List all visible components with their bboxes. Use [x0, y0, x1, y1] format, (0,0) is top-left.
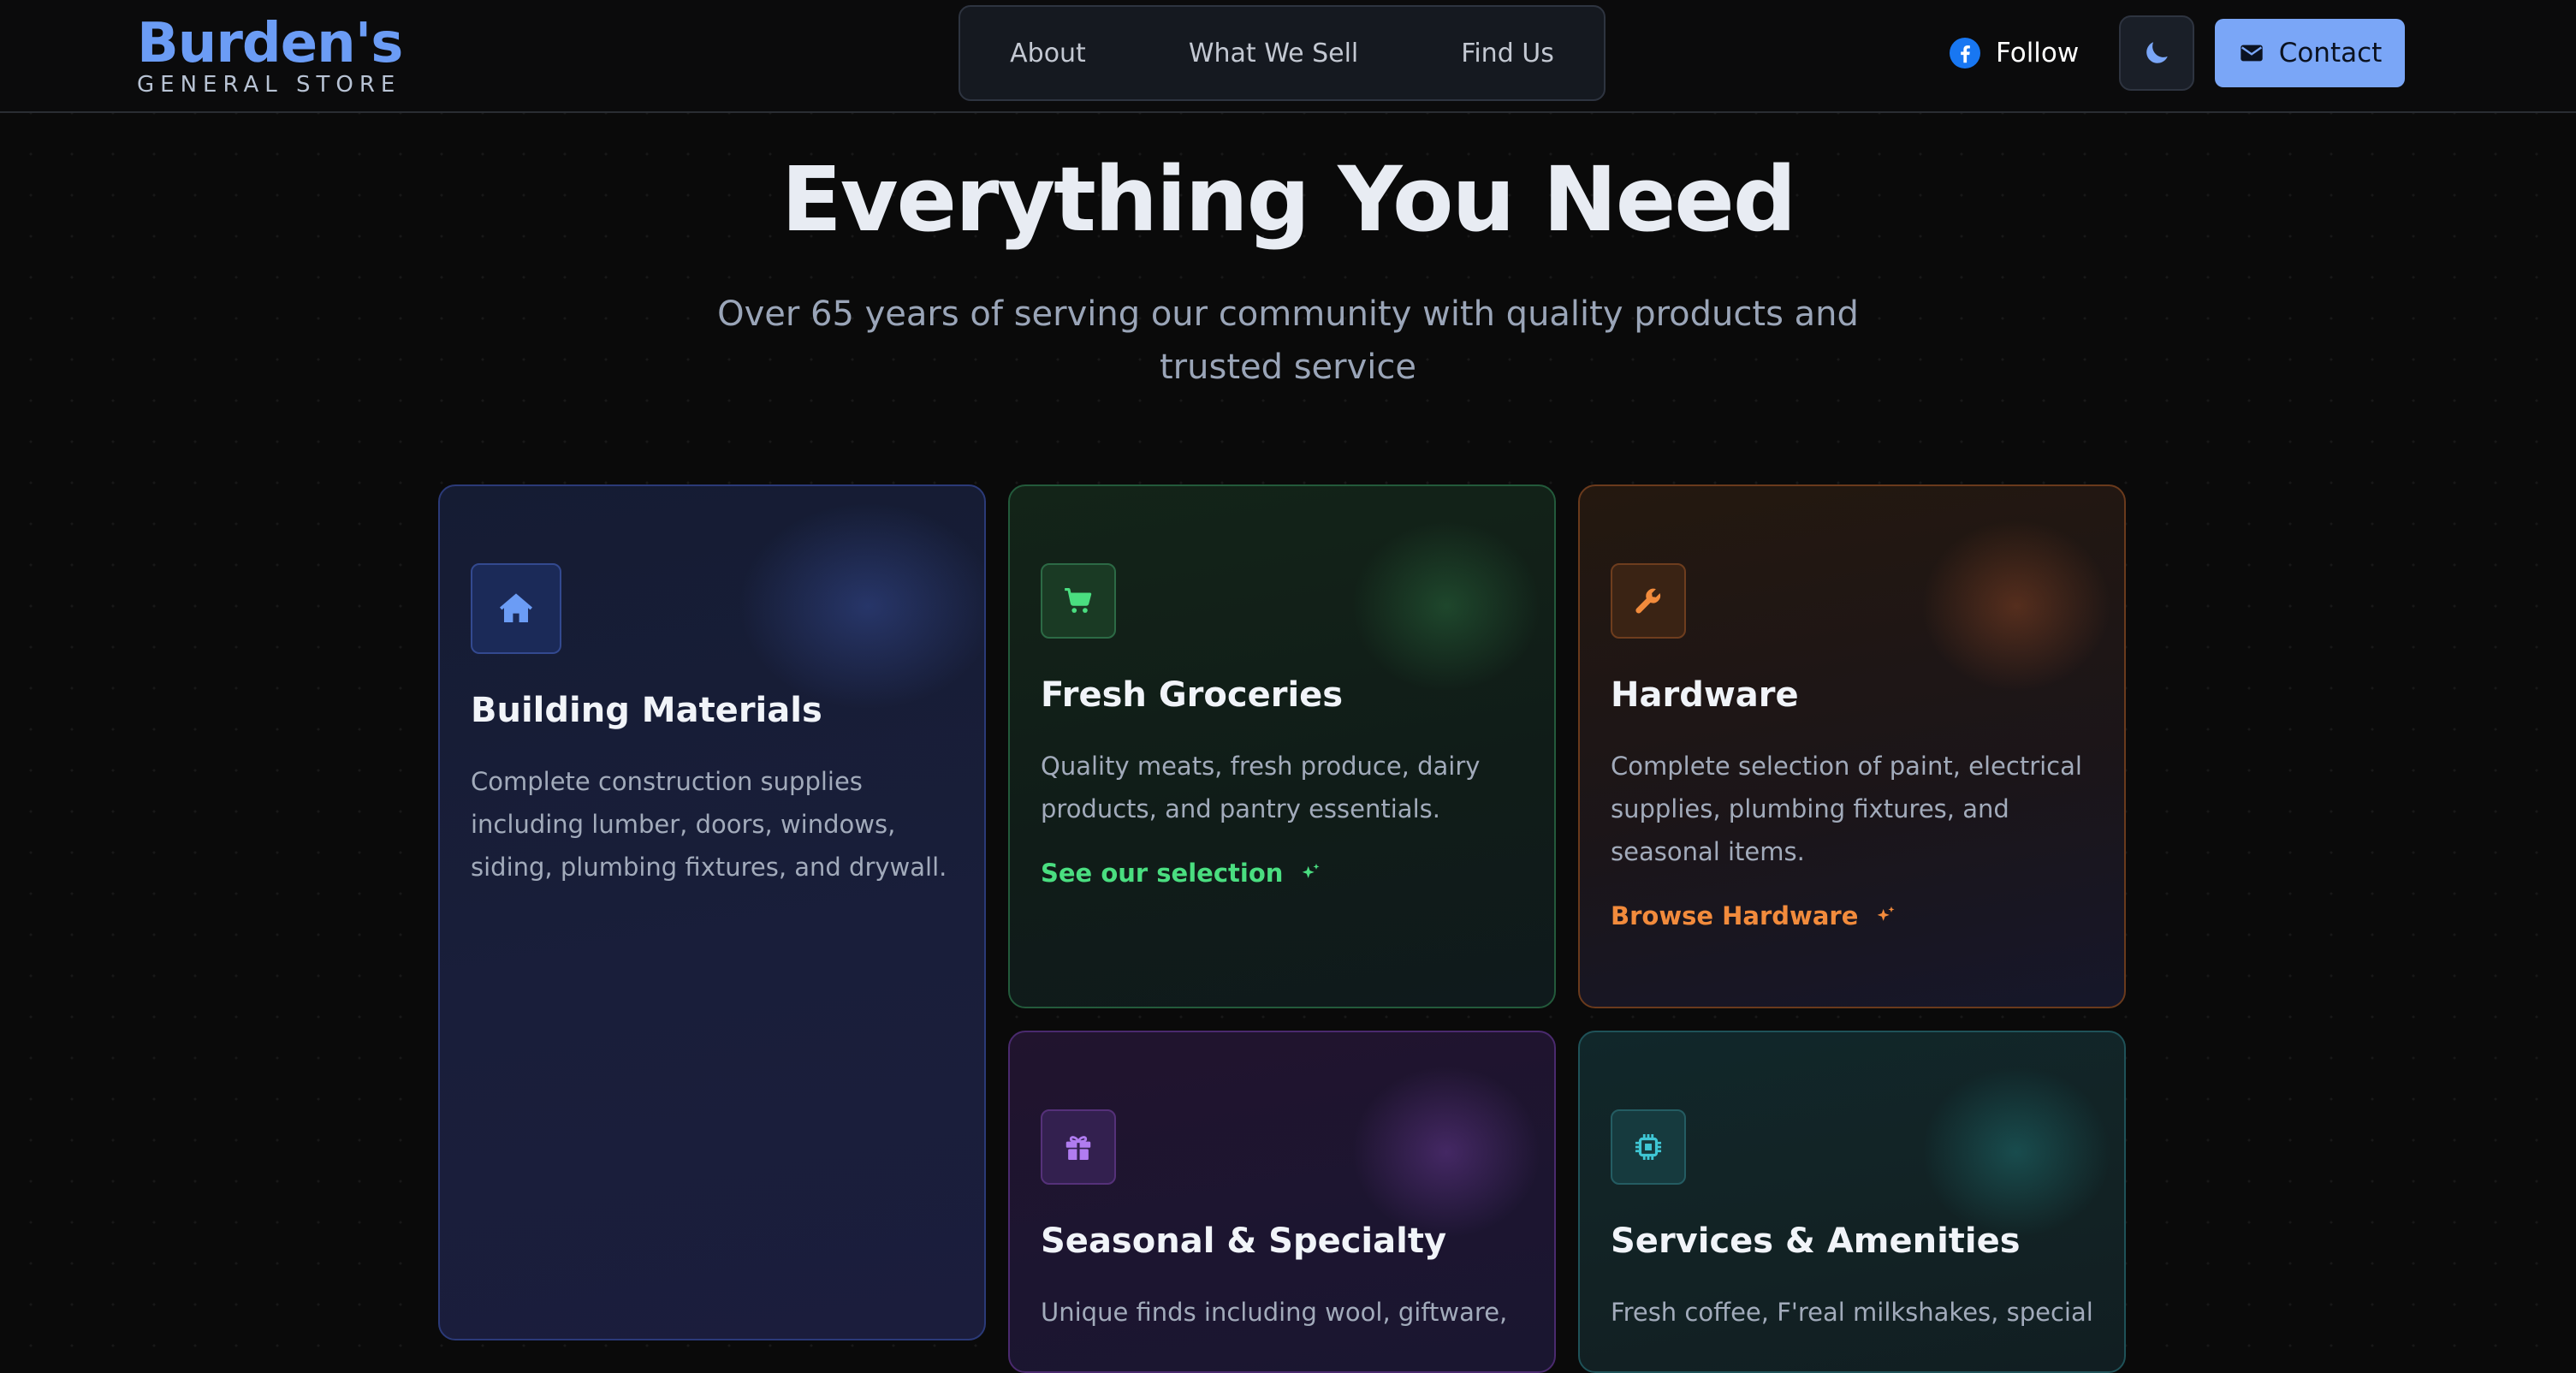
card-title: Seasonal & Specialty — [1041, 1221, 1447, 1261]
card-description: Quality meats, fresh produce, dairy prod… — [1041, 752, 1481, 823]
card-glow — [1352, 1067, 1540, 1238]
see-selection-link[interactable]: See our selection — [1041, 856, 1322, 890]
card-building-materials[interactable]: Building Materials Complete construction… — [438, 484, 986, 1340]
follow-label: Follow — [1996, 38, 2080, 68]
main-nav: About What We Sell Find Us — [959, 5, 1606, 101]
nav-link-find-us[interactable]: Find Us — [1410, 39, 1554, 68]
chip-icon — [1635, 1133, 1662, 1161]
brand-name: Burden's — [137, 12, 403, 75]
wrench-icon — [1635, 588, 1661, 614]
card-seasonal-specialty[interactable]: Seasonal & Specialty Unique finds includ… — [1008, 1031, 1556, 1373]
sparkle-icon — [1303, 863, 1320, 878]
card-icon-box — [1041, 563, 1116, 639]
card-description: Complete construction supplies including… — [471, 767, 947, 882]
sparkle-icon — [1878, 906, 1895, 921]
card-title: Services & Amenities — [1611, 1221, 2021, 1261]
gift-icon — [1065, 1136, 1091, 1161]
facebook-icon — [1950, 38, 1980, 68]
card-hardware[interactable]: Hardware Complete selection of paint, el… — [1578, 484, 2126, 1008]
card-glow — [1922, 1067, 2110, 1238]
nav-link-what-we-sell[interactable]: What We Sell — [1137, 39, 1410, 68]
nav-link-about[interactable]: About — [1010, 39, 1137, 68]
card-description: Complete selection of paint, electrical … — [1611, 752, 2082, 866]
envelope-icon — [2241, 45, 2263, 62]
card-title: Hardware — [1611, 675, 1799, 715]
logo[interactable]: Burden's GENERAL STORE — [137, 12, 403, 98]
theme-toggle-button[interactable] — [2119, 15, 2194, 91]
card-fresh-groceries[interactable]: Fresh Groceries Quality meats, fresh pro… — [1008, 484, 1556, 1008]
card-icon-box — [471, 563, 561, 654]
card-icon-box — [1611, 1109, 1686, 1185]
card-title: Building Materials — [471, 691, 822, 730]
cart-icon — [1065, 587, 1092, 613]
hero-subtitle-wrap: Over 65 years of serving our community w… — [0, 288, 2576, 394]
card-services-amenities[interactable]: Services & Amenities Fresh coffee, F'rea… — [1578, 1031, 2126, 1373]
card-link-label: Browse Hardware — [1611, 901, 1859, 930]
house-icon — [500, 593, 532, 622]
hero-subtitle: Over 65 years of serving our community w… — [717, 294, 1859, 387]
contact-button[interactable]: Contact — [2215, 19, 2405, 87]
page-title: Everything You Need — [781, 147, 1797, 252]
card-description: Unique finds including wool, giftware, — [1041, 1298, 1508, 1327]
card-glow — [739, 503, 984, 709]
card-title: Fresh Groceries — [1041, 675, 1344, 715]
card-glow — [1352, 520, 1540, 692]
contact-label: Contact — [2278, 38, 2383, 68]
brand-tagline: GENERAL STORE — [137, 72, 401, 98]
moon-icon — [2146, 42, 2168, 63]
card-link-label: See our selection — [1041, 859, 1284, 888]
card-icon-box — [1041, 1109, 1116, 1185]
site-header: Burden's GENERAL STORE About What We Sel… — [0, 0, 2576, 113]
browse-hardware-link[interactable]: Browse Hardware — [1611, 899, 1897, 933]
card-icon-box — [1611, 563, 1686, 639]
card-glow — [1922, 520, 2110, 692]
follow-button[interactable]: Follow — [1950, 33, 2079, 74]
card-description: Fresh coffee, F'real milkshakes, special — [1611, 1298, 2093, 1327]
